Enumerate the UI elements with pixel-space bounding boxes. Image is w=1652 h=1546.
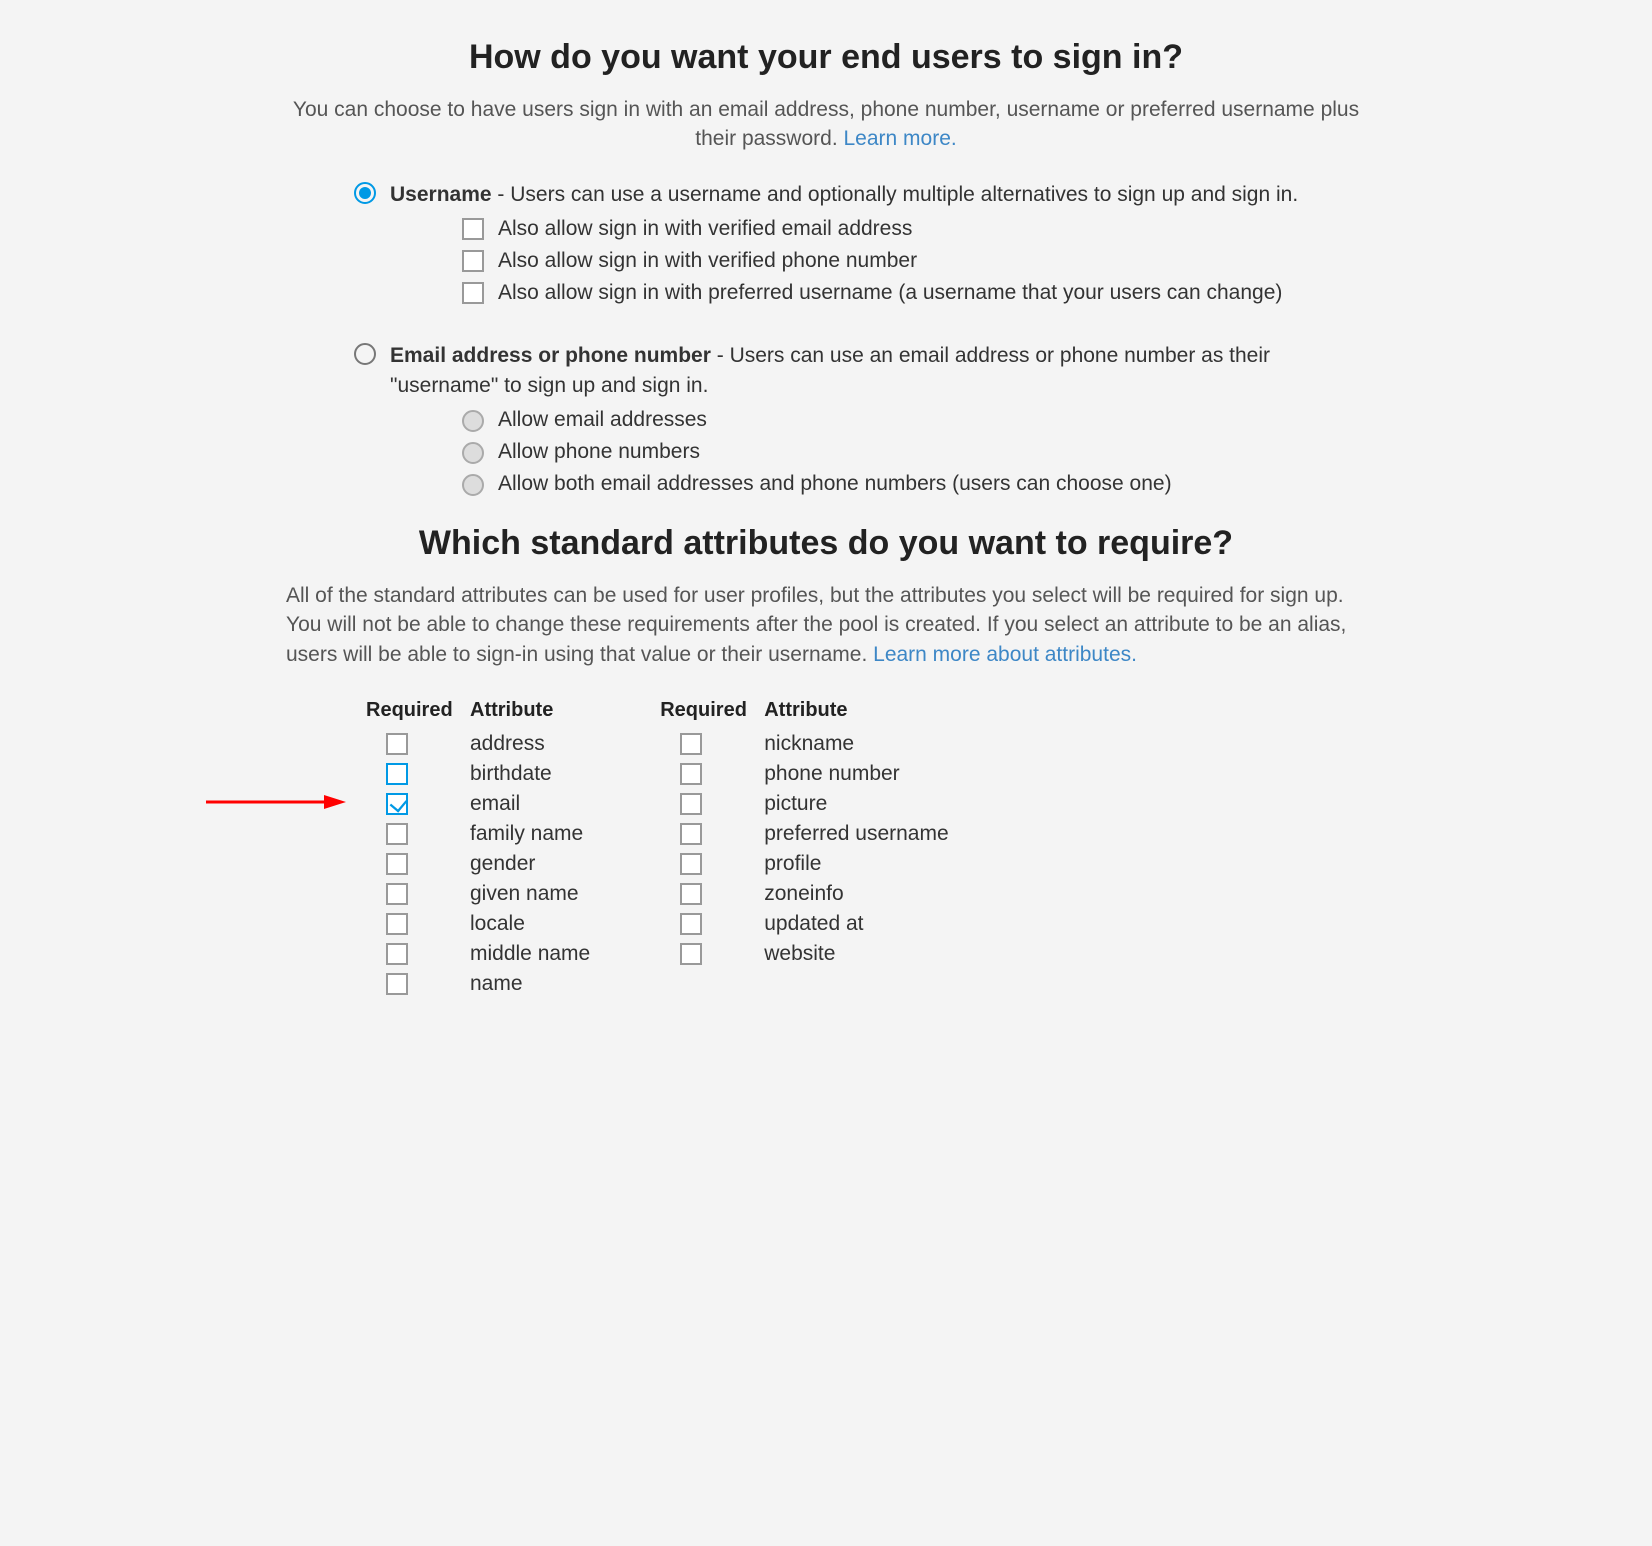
attr-label-updated-at: updated at [764, 912, 863, 936]
table-row: middle name [366, 942, 590, 966]
checkbox-attr-name[interactable] [386, 973, 408, 995]
pointer-arrow-icon [206, 792, 346, 812]
attr-label-zoneinfo: zoneinfo [764, 882, 843, 906]
checkbox-attr-nickname[interactable] [680, 733, 702, 755]
checkbox-attr-website[interactable] [680, 943, 702, 965]
checkbox-attr-locale[interactable] [386, 913, 408, 935]
signin-intro: You can choose to have users sign in wit… [286, 95, 1366, 154]
checkbox-attr-preferred-username[interactable] [680, 823, 702, 845]
attr-label-picture: picture [764, 792, 827, 816]
radio-username[interactable] [354, 182, 376, 204]
attr-label-family-name: family name [470, 822, 583, 846]
attr-label-name: name [470, 972, 523, 996]
attr-label-given-name: given name [470, 882, 579, 906]
attr-label-gender: gender [470, 852, 535, 876]
table-row: given name [366, 882, 590, 906]
table-row: updated at [660, 912, 948, 936]
checkbox-attr-given-name[interactable] [386, 883, 408, 905]
table-row: zoneinfo [660, 882, 948, 906]
table-row: website [660, 942, 948, 966]
label-allow-phone: Also allow sign in with verified phone n… [498, 249, 917, 273]
checkbox-attr-profile[interactable] [680, 853, 702, 875]
attr-label-phone-number: phone number [764, 762, 899, 786]
learn-more-attributes-link[interactable]: Learn more about attributes. [873, 643, 1137, 666]
attributes-intro: All of the standard attributes can be us… [286, 581, 1366, 669]
label-allow-email-addresses: Allow email addresses [498, 408, 707, 432]
attr-label-locale: locale [470, 912, 525, 936]
table-row: profile [660, 852, 948, 876]
attr-label-address: address [470, 732, 545, 756]
table-row: nickname [660, 732, 948, 756]
attr-label-email: email [470, 792, 520, 816]
attr-label-profile: profile [764, 852, 821, 876]
table-row: preferred username [660, 822, 948, 846]
label-allow-preferred: Also allow sign in with preferred userna… [498, 281, 1282, 305]
checkbox-attr-picture[interactable] [680, 793, 702, 815]
checkbox-allow-email[interactable] [462, 218, 484, 240]
learn-more-link[interactable]: Learn more. [844, 127, 957, 150]
attr-label-nickname: nickname [764, 732, 854, 756]
label-allow-email: Also allow sign in with verified email a… [498, 217, 912, 241]
checkbox-attr-family-name[interactable] [386, 823, 408, 845]
table-row: phone number [660, 762, 948, 786]
checkbox-attr-address[interactable] [386, 733, 408, 755]
attr-label-preferred-username: preferred username [764, 822, 948, 846]
attributes-heading: Which standard attributes do you want to… [286, 524, 1366, 563]
checkbox-attr-middle-name[interactable] [386, 943, 408, 965]
table-row: picture [660, 792, 948, 816]
option-emailphone-text: Email address or phone number - Users ca… [390, 341, 1366, 400]
checkbox-attr-gender[interactable] [386, 853, 408, 875]
checkbox-attr-email[interactable] [386, 793, 408, 815]
header-attribute-1: Attribute [470, 699, 553, 722]
checkbox-attr-birthdate[interactable] [386, 763, 408, 785]
table-row: birthdate [366, 762, 590, 786]
table-row: name [366, 972, 590, 996]
radio-allow-email-addresses [462, 410, 484, 432]
header-required-2: Required [660, 699, 764, 722]
header-attribute-2: Attribute [764, 699, 847, 722]
attr-label-birthdate: birthdate [470, 762, 552, 786]
option-username-label: Username [390, 183, 492, 206]
checkbox-attr-zoneinfo[interactable] [680, 883, 702, 905]
attr-label-website: website [764, 942, 835, 966]
radio-email-or-phone[interactable] [354, 343, 376, 365]
checkbox-allow-phone[interactable] [462, 250, 484, 272]
attr-label-middle-name: middle name [470, 942, 590, 966]
signin-intro-text: You can choose to have users sign in wit… [293, 98, 1359, 150]
label-allow-both: Allow both email addresses and phone num… [498, 472, 1172, 496]
option-emailphone-label: Email address or phone number [390, 344, 711, 367]
option-username-text: Username - Users can use a username and … [390, 180, 1298, 209]
table-row: email [366, 792, 590, 816]
radio-allow-both [462, 474, 484, 496]
table-row: address [366, 732, 590, 756]
table-row: family name [366, 822, 590, 846]
table-row: gender [366, 852, 590, 876]
header-required-1: Required [366, 699, 470, 722]
attributes-intro-text: All of the standard attributes can be us… [286, 584, 1346, 666]
radio-allow-phone-numbers [462, 442, 484, 464]
label-allow-phone-numbers: Allow phone numbers [498, 440, 700, 464]
option-username-desc: - Users can use a username and optionall… [492, 183, 1299, 206]
checkbox-attr-updated-at[interactable] [680, 913, 702, 935]
signin-heading: How do you want your end users to sign i… [286, 38, 1366, 77]
table-row: locale [366, 912, 590, 936]
checkbox-allow-preferred[interactable] [462, 282, 484, 304]
checkbox-attr-phone-number[interactable] [680, 763, 702, 785]
